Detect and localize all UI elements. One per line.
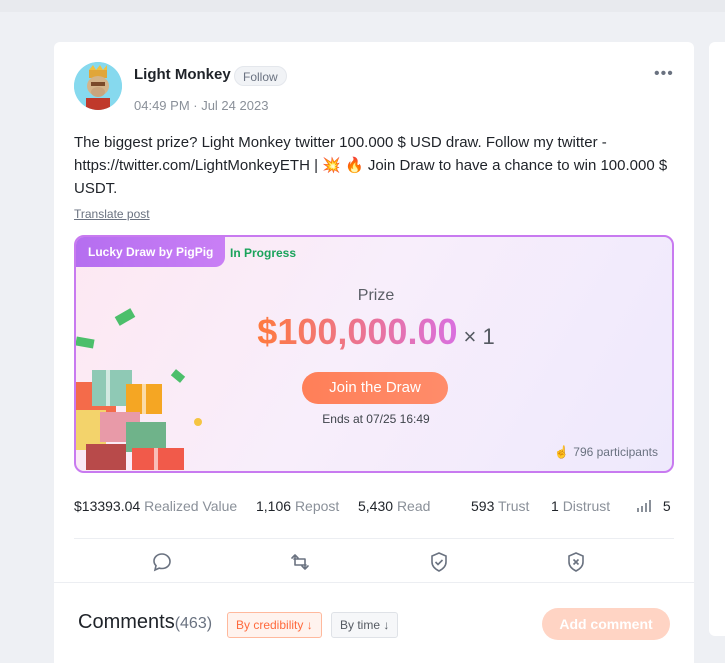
sort-by-time-button[interactable]: By time ↓: [331, 612, 399, 638]
add-comment-button[interactable]: Add comment: [542, 608, 670, 640]
post-card: Light Monkey Follow 04:49 PM · Jul 24 20…: [54, 42, 694, 663]
author-name[interactable]: Light Monkey: [134, 66, 231, 83]
stat-signal: 5: [637, 498, 671, 514]
prize-row: $100,000.00 × 1: [76, 311, 672, 353]
participants-count: ☝ 796 participants: [554, 445, 658, 459]
author-avatar[interactable]: [74, 62, 122, 110]
draw-tag: Lucky Draw by PigPig: [76, 237, 226, 267]
join-draw-button[interactable]: Join the Draw: [302, 372, 448, 404]
repost-icon[interactable]: [288, 550, 312, 574]
post-content: The biggest prize? Light Monkey twitter …: [74, 134, 668, 197]
stat-repost: 1,106 Repost: [256, 498, 340, 514]
stat-realized-value: $13393.04 Realized Value: [74, 498, 238, 514]
follow-button[interactable]: Follow: [234, 66, 287, 86]
top-bar: [0, 0, 725, 12]
stat-read: 5,430 Read: [358, 498, 431, 514]
draw-status: In Progress: [230, 246, 297, 260]
divider: [54, 582, 694, 583]
post-actions: [54, 548, 694, 576]
draw-end-time: Ends at 07/25 16:49: [322, 412, 430, 426]
comments-count: (463): [174, 615, 213, 632]
post-stats: $13393.04 Realized Value 1,106 Repost 5,…: [74, 498, 684, 518]
post-timestamp: 04:49 PM · Jul 24 2023: [134, 98, 269, 113]
hand-icon: ☝: [554, 445, 570, 459]
comments-title: Comments(463): [78, 611, 213, 633]
comment-icon[interactable]: [150, 550, 174, 574]
translate-link[interactable]: Translate post: [74, 207, 150, 221]
prize-label: Prize: [357, 287, 395, 304]
more-icon[interactable]: •••: [654, 66, 674, 82]
prize-multiplier: × 1: [463, 324, 495, 349]
lucky-draw-card: Lucky Draw by PigPig In Progress Prize $…: [74, 235, 674, 473]
prize-amount: $100,000.00: [257, 311, 458, 352]
trust-shield-icon[interactable]: [427, 550, 451, 574]
stat-distrust: 1 Distrust: [551, 498, 611, 514]
signal-icon: [637, 500, 651, 512]
side-card: [709, 42, 725, 636]
sort-by-credibility-button[interactable]: By credibility ↓: [227, 612, 322, 638]
stat-trust: 593 Trust: [471, 498, 530, 514]
divider: [74, 538, 674, 539]
participants-label: 796 participants: [573, 445, 658, 459]
distrust-icon[interactable]: [564, 550, 588, 574]
